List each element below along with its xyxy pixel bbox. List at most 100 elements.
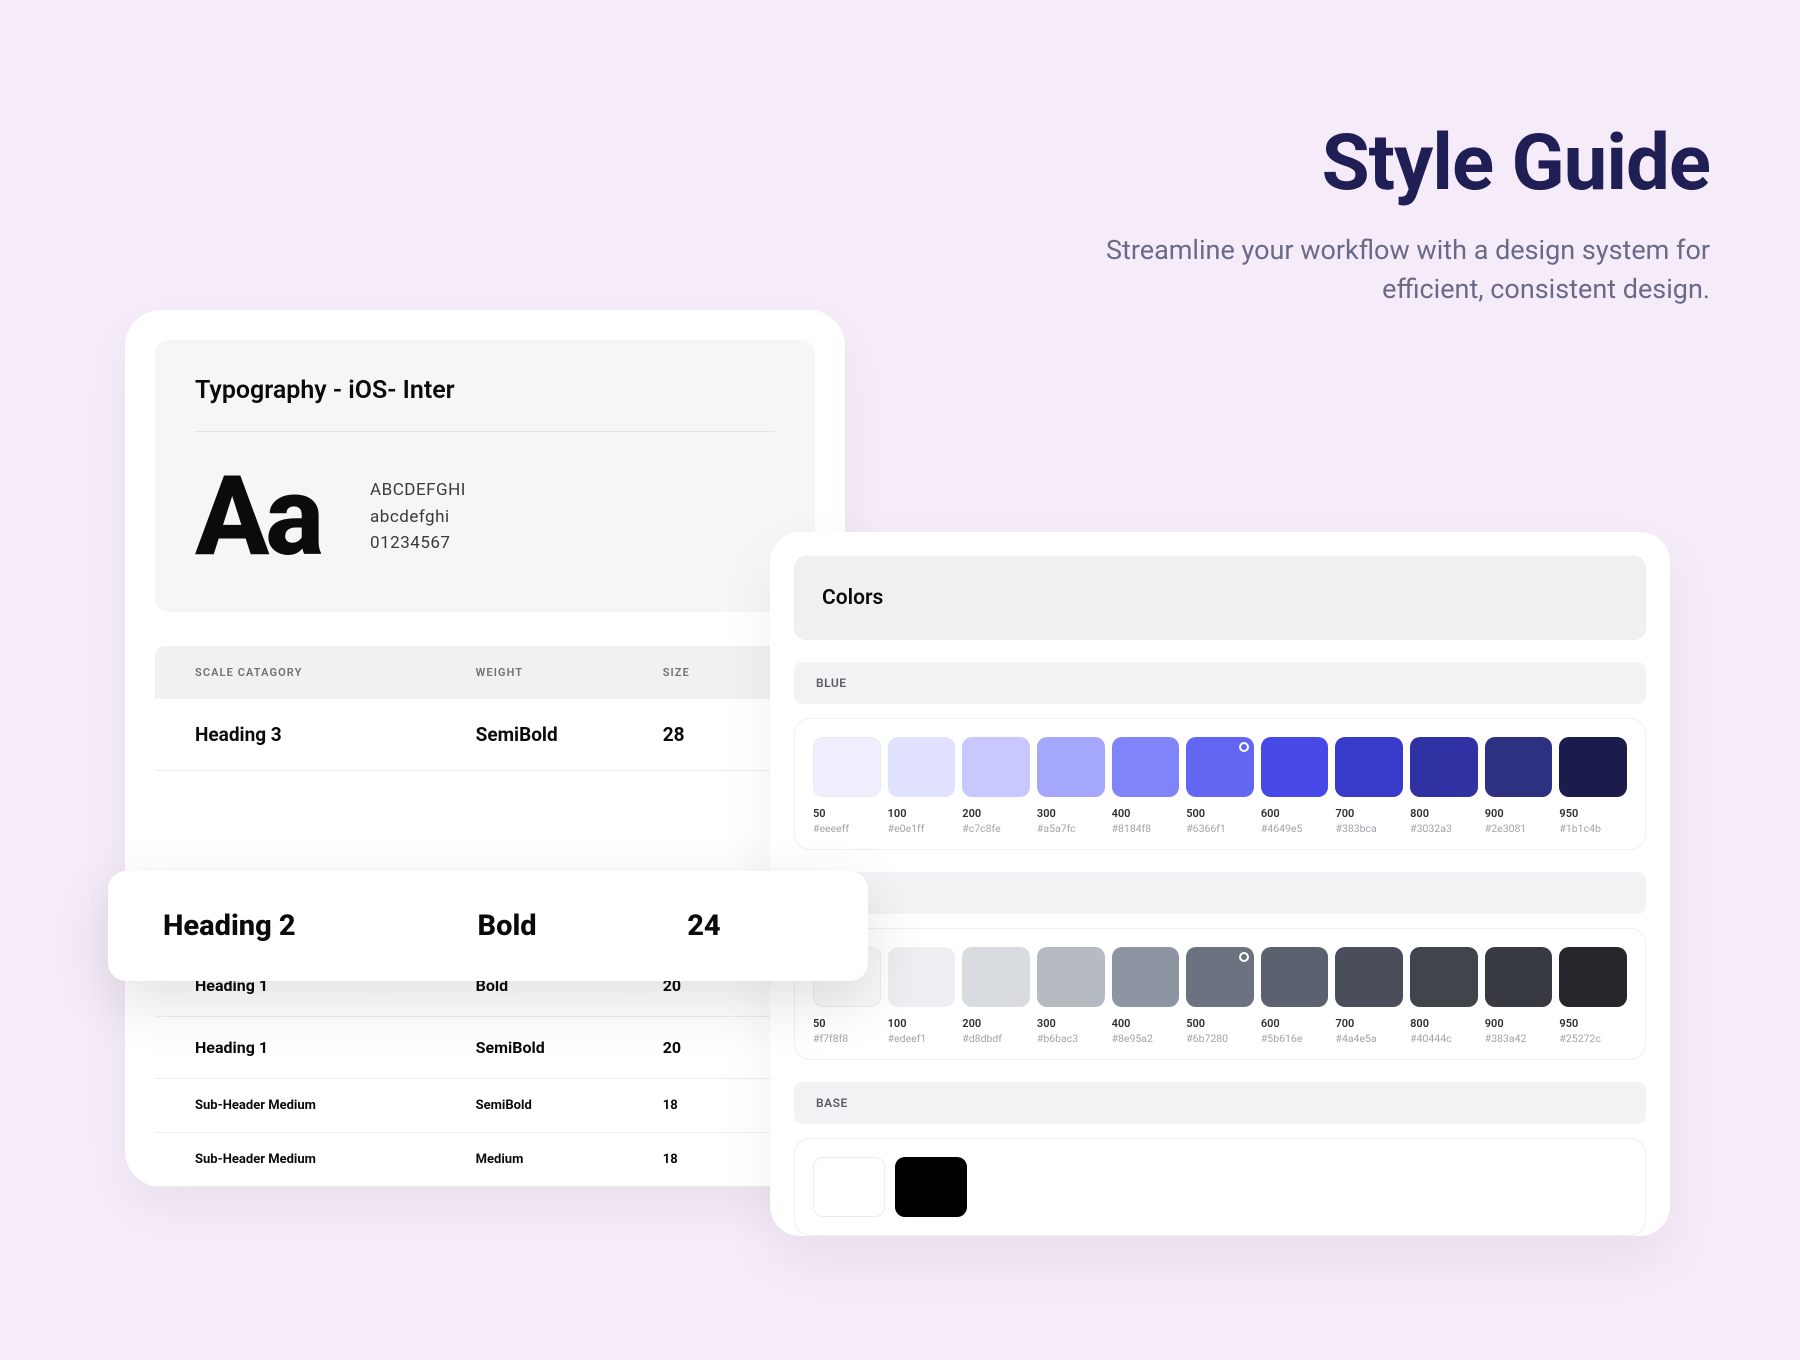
color-swatch: 100 #e0e1ff: [888, 737, 956, 835]
colors-card: Colors BLUE 50 #eeeeff 100 #e0e1ff 200 #c7c8f…: [770, 532, 1670, 1236]
swatch-hex: #6366f1: [1186, 822, 1254, 835]
table-row: Sub-Header Medium Medium 18: [155, 1133, 815, 1187]
divider: [195, 431, 775, 432]
highlighted-type-row: Heading 2 Bold 24: [108, 871, 868, 981]
swatch-group-blue: 50 #eeeeff 100 #e0e1ff 200 #c7c8fe 300 #a5a7fc 4…: [794, 718, 1646, 850]
type-samples: ABCDEFGHI abcdefghi 01234567: [370, 477, 466, 556]
table-row: Heading 1 SemiBold 20: [155, 1017, 815, 1079]
col-scale: SCALE CATAGORY: [195, 666, 476, 679]
page-title: Style Guide: [1106, 118, 1710, 209]
swatch-chip: [888, 947, 956, 1007]
col-size: SIZE: [663, 666, 775, 679]
color-swatch: 800#40444c: [1410, 947, 1478, 1045]
col-weight: WEIGHT: [476, 666, 663, 679]
swatch-hex: #e0e1ff: [888, 822, 956, 835]
swatch-hex: #edeef1: [888, 1032, 956, 1045]
color-swatch: 400 #8184f8: [1112, 737, 1180, 835]
swatch-hex: #3032a3: [1410, 822, 1478, 835]
primary-marker-icon: [1239, 952, 1249, 962]
typography-title: Typography - iOS- Inter: [195, 376, 775, 405]
swatch-hex: #4a4e5a: [1335, 1032, 1403, 1045]
swatch-hex: #1b1c4b: [1559, 822, 1627, 835]
swatch-step: 500: [1186, 1017, 1254, 1030]
color-swatch: 600#4649e5: [1261, 737, 1329, 835]
swatch-hex: #a5a7fc: [1037, 822, 1105, 835]
swatch-chip: [1261, 947, 1329, 1007]
swatch-step: 900: [1485, 807, 1553, 820]
swatch-step: 800: [1410, 807, 1478, 820]
swatch-hex: #d8dbdf: [962, 1032, 1030, 1045]
swatch-step: 300: [1037, 1017, 1105, 1030]
swatch-chip: [1112, 737, 1180, 797]
swatch-chip: [813, 737, 881, 797]
swatch-step: 300: [1037, 807, 1105, 820]
swatch-step: 400: [1112, 1017, 1180, 1030]
swatch-step: 600: [1261, 1017, 1329, 1030]
color-swatch: 300 #a5a7fc: [1037, 737, 1105, 835]
color-swatch: 400 #8e95a2: [1112, 947, 1180, 1045]
swatch-step: 600: [1261, 807, 1329, 820]
swatch-step: 400: [1112, 807, 1180, 820]
swatch-chip: [1037, 947, 1105, 1007]
color-category-label: BLUE: [794, 662, 1646, 704]
swatch-chip: [1410, 737, 1478, 797]
color-swatch: 900 #2e3081: [1485, 737, 1553, 835]
highlight-weight: Bold: [478, 909, 688, 943]
primary-marker-icon: [1239, 742, 1249, 752]
swatch-hex: #eeeeff: [813, 822, 881, 835]
swatch-step: 950: [1559, 807, 1627, 820]
swatch-hex: #5b616e: [1261, 1032, 1329, 1045]
color-swatch: 700 #4a4e5a: [1335, 947, 1403, 1045]
swatch-step: 50: [813, 1017, 881, 1030]
color-swatch: 500 #6b7280: [1186, 947, 1254, 1045]
swatch-hex: #383bca: [1335, 822, 1403, 835]
swatch-hex: #c7c8fe: [962, 822, 1030, 835]
swatch-hex: #6b7280: [1186, 1032, 1254, 1045]
swatch-hex: #b6bac3: [1037, 1032, 1105, 1045]
swatch-hex: #8e95a2: [1112, 1032, 1180, 1045]
highlight-spacer: [155, 771, 815, 883]
typography-card: Typography - iOS- Inter Aa ABCDEFGHI abc…: [125, 310, 845, 1187]
color-swatch: 100 #edeef1: [888, 947, 956, 1045]
swatch-step: 500: [1186, 807, 1254, 820]
swatch-chip: [1261, 737, 1329, 797]
swatch-chip: [1485, 947, 1553, 1007]
swatch-chip: [1485, 737, 1553, 797]
colors-title: Colors: [794, 556, 1646, 640]
table-header: SCALE CATAGORY WEIGHT SIZE: [155, 646, 815, 699]
color-swatch: 200 #c7c8fe: [962, 737, 1030, 835]
swatch-chip: [1559, 737, 1627, 797]
swatch-chip: [1410, 947, 1478, 1007]
color-category-label: BASE: [794, 1082, 1646, 1124]
swatch-step: 100: [888, 1017, 956, 1030]
table-row: Sub-Header Medium SemiBold 18: [155, 1079, 815, 1133]
hero-header: Style Guide Streamline your workflow wit…: [1106, 118, 1710, 309]
color-swatch: 500 #6366f1: [1186, 737, 1254, 835]
color-swatch: 300 #b6bac3: [1037, 947, 1105, 1045]
type-specimen: Aa: [195, 462, 320, 572]
swatch-chip: [962, 737, 1030, 797]
swatch-step: 900: [1485, 1017, 1553, 1030]
swatch-step: 50: [813, 807, 881, 820]
swatch-hex: #2e3081: [1485, 822, 1553, 835]
swatch-hex: #8184f8: [1112, 822, 1180, 835]
swatch-chip: [1335, 737, 1403, 797]
highlight-name: Heading 2: [163, 909, 478, 943]
swatch-chip: [888, 737, 956, 797]
swatch-step: 200: [962, 807, 1030, 820]
swatch-black: [895, 1157, 967, 1217]
color-swatch: 900#383a42: [1485, 947, 1553, 1045]
highlight-size: 24: [687, 909, 813, 943]
swatch-chip: [1112, 947, 1180, 1007]
swatch-hex: #f7f8f8: [813, 1032, 881, 1045]
color-swatch: 200 #d8dbdf: [962, 947, 1030, 1045]
color-swatch: 800 #3032a3: [1410, 737, 1478, 835]
swatch-step: 100: [888, 807, 956, 820]
swatch-group-base: [794, 1138, 1646, 1236]
swatch-step: 700: [1335, 1017, 1403, 1030]
swatch-group-grey: 50 #f7f8f8 100 #edeef1 200 #d8dbdf 300 #b6bac3 4…: [794, 928, 1646, 1060]
swatch-step: 200: [962, 1017, 1030, 1030]
swatch-step: 800: [1410, 1017, 1478, 1030]
typography-hero: Typography - iOS- Inter Aa ABCDEFGHI abc…: [155, 340, 815, 612]
swatch-chip: [1559, 947, 1627, 1007]
